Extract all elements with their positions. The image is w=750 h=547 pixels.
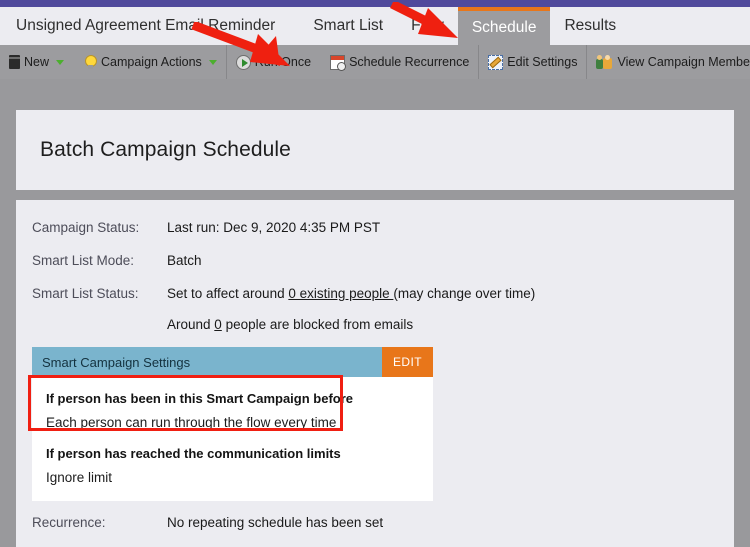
recurrence-row: Recurrence: No repeating schedule has be…	[32, 515, 383, 530]
blocked-prefix: Around	[167, 317, 215, 332]
tab-campaign-name[interactable]: Unsigned Agreement Email Reminder	[0, 7, 299, 45]
edit-button[interactable]: EDIT	[382, 347, 433, 377]
view-campaign-members-label: View Campaign Members	[617, 55, 750, 69]
communication-limits-setting: If person has reached the communication …	[32, 432, 433, 487]
page-title: Batch Campaign Schedule	[40, 138, 291, 161]
pencil-icon	[488, 54, 504, 70]
campaign-status-label: Campaign Status:	[32, 220, 140, 235]
toolbar-group-members: View Campaign Members	[587, 45, 750, 79]
tab-smart-list[interactable]: Smart List	[299, 7, 397, 45]
recurrence-value: No repeating schedule has been set	[167, 515, 384, 530]
run-once-label: Run Once	[254, 55, 312, 69]
existing-people-link[interactable]: 0 existing people	[288, 286, 393, 301]
tab-flow-label: Flow	[411, 17, 444, 34]
tab-flow[interactable]: Flow	[397, 7, 458, 45]
smart-campaign-settings-title: Smart Campaign Settings	[42, 354, 191, 370]
campaign-actions-label: Campaign Actions	[101, 55, 202, 69]
tab-campaign-name-label: Unsigned Agreement Email Reminder	[16, 17, 276, 34]
campaign-status-row: Campaign Status: Last run: Dec 9, 2020 4…	[32, 220, 380, 235]
campaign-status-value: Last run: Dec 9, 2020 4:35 PM PST	[167, 220, 381, 235]
smart-list-status-prefix: Set to affect around	[167, 286, 289, 301]
tab-results-label: Results	[564, 17, 617, 34]
screen: Unsigned Agreement Email Reminder Smart …	[0, 0, 750, 547]
smart-campaign-before-heading: If person has been in this Smart Campaig…	[46, 391, 354, 406]
smart-campaign-before-setting: If person has been in this Smart Campaig…	[32, 387, 433, 432]
new-button-label: New	[24, 55, 50, 69]
view-campaign-members-button[interactable]: View Campaign Members	[596, 54, 750, 70]
tab-results[interactable]: Results	[550, 7, 630, 45]
campaign-actions-button[interactable]: Campaign Actions	[83, 54, 217, 70]
edit-settings-label: Edit Settings	[507, 55, 578, 69]
smart-list-status-value: Set to affect around 0 existing people (…	[167, 286, 535, 301]
smart-campaign-before-value: Each person can run through the flow eve…	[46, 415, 337, 430]
schedule-recurrence-label: Schedule Recurrence	[349, 55, 470, 69]
campaign-tab-bar: Unsigned Agreement Email Reminder Smart …	[0, 7, 750, 45]
page-title-panel: Batch Campaign Schedule	[16, 110, 734, 190]
people-icon	[596, 54, 613, 70]
smart-list-mode-row: Smart List Mode: Batch	[32, 253, 202, 268]
recurrence-label: Recurrence:	[32, 515, 106, 530]
toolbar-group-settings: Edit Settings	[479, 45, 588, 79]
chevron-down-icon[interactable]	[208, 59, 217, 65]
communication-limits-heading: If person has reached the communication …	[46, 446, 341, 461]
blocked-count-link[interactable]: 0	[214, 317, 222, 332]
tab-schedule-label: Schedule	[471, 19, 537, 36]
schedule-recurrence-toolbar-button[interactable]: Schedule Recurrence	[330, 54, 470, 71]
smart-list-mode-label: Smart List Mode:	[32, 253, 135, 268]
tab-schedule[interactable]: Schedule	[457, 7, 551, 45]
edit-button-label: EDIT	[393, 355, 422, 369]
smart-campaign-settings-header: Smart Campaign Settings EDIT	[32, 347, 433, 377]
document-icon	[9, 55, 20, 69]
smart-list-mode-value: Batch	[167, 253, 202, 268]
smart-campaign-settings-card: Smart Campaign Settings EDIT If person h…	[32, 347, 433, 501]
chevron-down-icon[interactable]	[56, 59, 65, 65]
schedule-detail-panel: Campaign Status: Last run: Dec 9, 2020 4…	[16, 200, 734, 547]
toolbar-group-run: Run Once Schedule Recurrence	[227, 45, 480, 79]
smart-list-status-label: Smart List Status:	[32, 286, 139, 301]
toolbar-group-create: New Campaign Actions	[0, 45, 227, 79]
tab-smart-list-label: Smart List	[313, 17, 384, 34]
edit-settings-button[interactable]: Edit Settings	[488, 54, 578, 70]
play-circle-icon	[235, 54, 251, 70]
smart-list-status-suffix: (may change over time)	[393, 286, 536, 301]
app-top-bar	[0, 0, 750, 7]
run-once-button[interactable]: Run Once	[235, 54, 312, 70]
blocked-suffix: people are blocked from emails	[221, 317, 414, 332]
smart-list-status-row: Smart List Status: Set to affect around …	[32, 286, 535, 301]
new-button[interactable]: New	[9, 55, 65, 69]
campaign-toolbar: New Campaign Actions Run Once Schedule R…	[0, 45, 750, 79]
calendar-clock-icon	[330, 54, 347, 71]
smart-campaign-settings-body: If person has been in this Smart Campaig…	[32, 377, 433, 501]
blocked-people-row: Around 0 people are blocked from emails	[167, 317, 413, 332]
communication-limits-value: Ignore limit	[46, 470, 113, 485]
lightbulb-icon	[83, 54, 98, 70]
